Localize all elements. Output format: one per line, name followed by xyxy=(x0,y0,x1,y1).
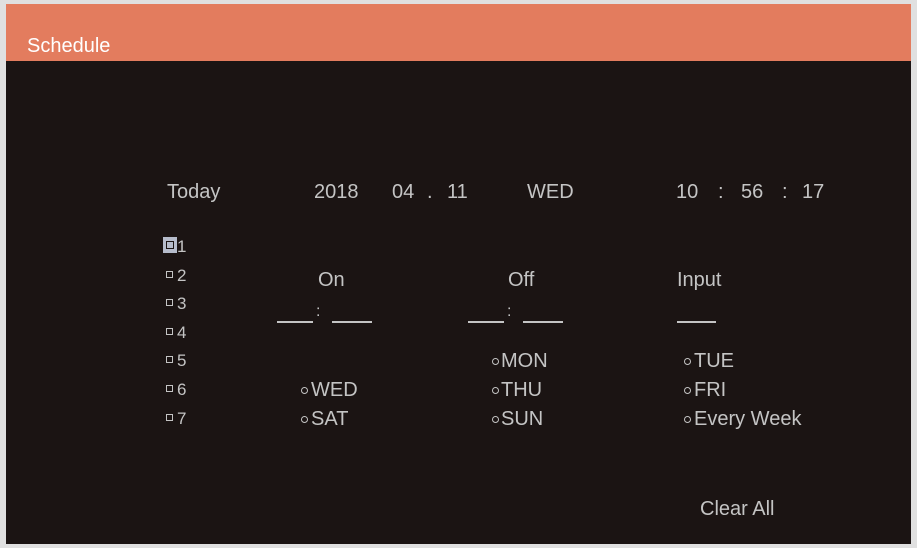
checkbox-icon xyxy=(163,237,177,253)
clock-minute: 56 xyxy=(741,181,764,203)
radio-icon xyxy=(301,416,308,423)
clock-hour: 10 xyxy=(676,181,699,203)
today-label: Today xyxy=(167,181,221,203)
off-minute-field[interactable] xyxy=(523,321,563,323)
schedule-number: 7 xyxy=(177,409,187,428)
day-label: THU xyxy=(501,379,543,401)
day-label: Every Week xyxy=(694,408,802,430)
schedule-number: 4 xyxy=(177,323,187,342)
on-column-header: On xyxy=(318,269,345,291)
checkbox-icon xyxy=(166,414,173,421)
checkbox-icon xyxy=(166,385,173,392)
schedule-number: 2 xyxy=(177,266,187,285)
day-label: MON xyxy=(501,350,548,372)
radio-icon xyxy=(492,358,499,365)
day-label: FRI xyxy=(694,379,727,401)
schedule-number: 5 xyxy=(177,351,187,370)
today-day: 11 xyxy=(447,181,468,203)
window-title: Schedule xyxy=(27,35,111,57)
today-month: 04 xyxy=(392,181,415,203)
on-hour-field[interactable] xyxy=(277,321,313,323)
radio-icon xyxy=(684,387,691,394)
checkbox-icon xyxy=(166,328,173,335)
off-column-header: Off xyxy=(508,269,535,291)
clock-separator: : xyxy=(782,181,788,203)
day-label: TUE xyxy=(694,350,734,372)
radio-icon xyxy=(684,358,691,365)
day-label: WED xyxy=(311,379,358,401)
time-separator: : xyxy=(316,303,321,320)
schedule-number: 6 xyxy=(177,380,187,399)
checkbox-icon xyxy=(166,271,173,278)
day-label: SAT xyxy=(311,408,349,430)
input-column-header: Input xyxy=(677,269,722,291)
clock-second: 17 xyxy=(802,181,825,203)
radio-icon xyxy=(492,416,499,423)
today-weekday: WED xyxy=(527,181,574,203)
day-label: SUN xyxy=(501,408,544,430)
checkbox-icon xyxy=(166,299,173,306)
time-separator: : xyxy=(507,303,512,320)
clock-separator: : xyxy=(718,181,724,203)
input-source-field[interactable] xyxy=(677,321,716,323)
radio-icon xyxy=(492,387,499,394)
today-year: 2018 xyxy=(314,181,359,203)
schedule-number: 3 xyxy=(177,294,187,313)
date-separator: . xyxy=(427,181,433,203)
radio-icon xyxy=(684,416,691,423)
clear-all-button[interactable]: Clear All xyxy=(700,497,774,521)
off-hour-field[interactable] xyxy=(468,321,504,323)
on-minute-field[interactable] xyxy=(332,321,372,323)
title-bar: Schedule xyxy=(6,4,911,61)
schedule-screen: Schedule Today 2018 04 . 11 WED 10 : 56 … xyxy=(6,4,911,544)
schedule-number: 1 xyxy=(177,237,187,256)
checkbox-icon xyxy=(166,356,173,363)
radio-icon xyxy=(301,387,308,394)
